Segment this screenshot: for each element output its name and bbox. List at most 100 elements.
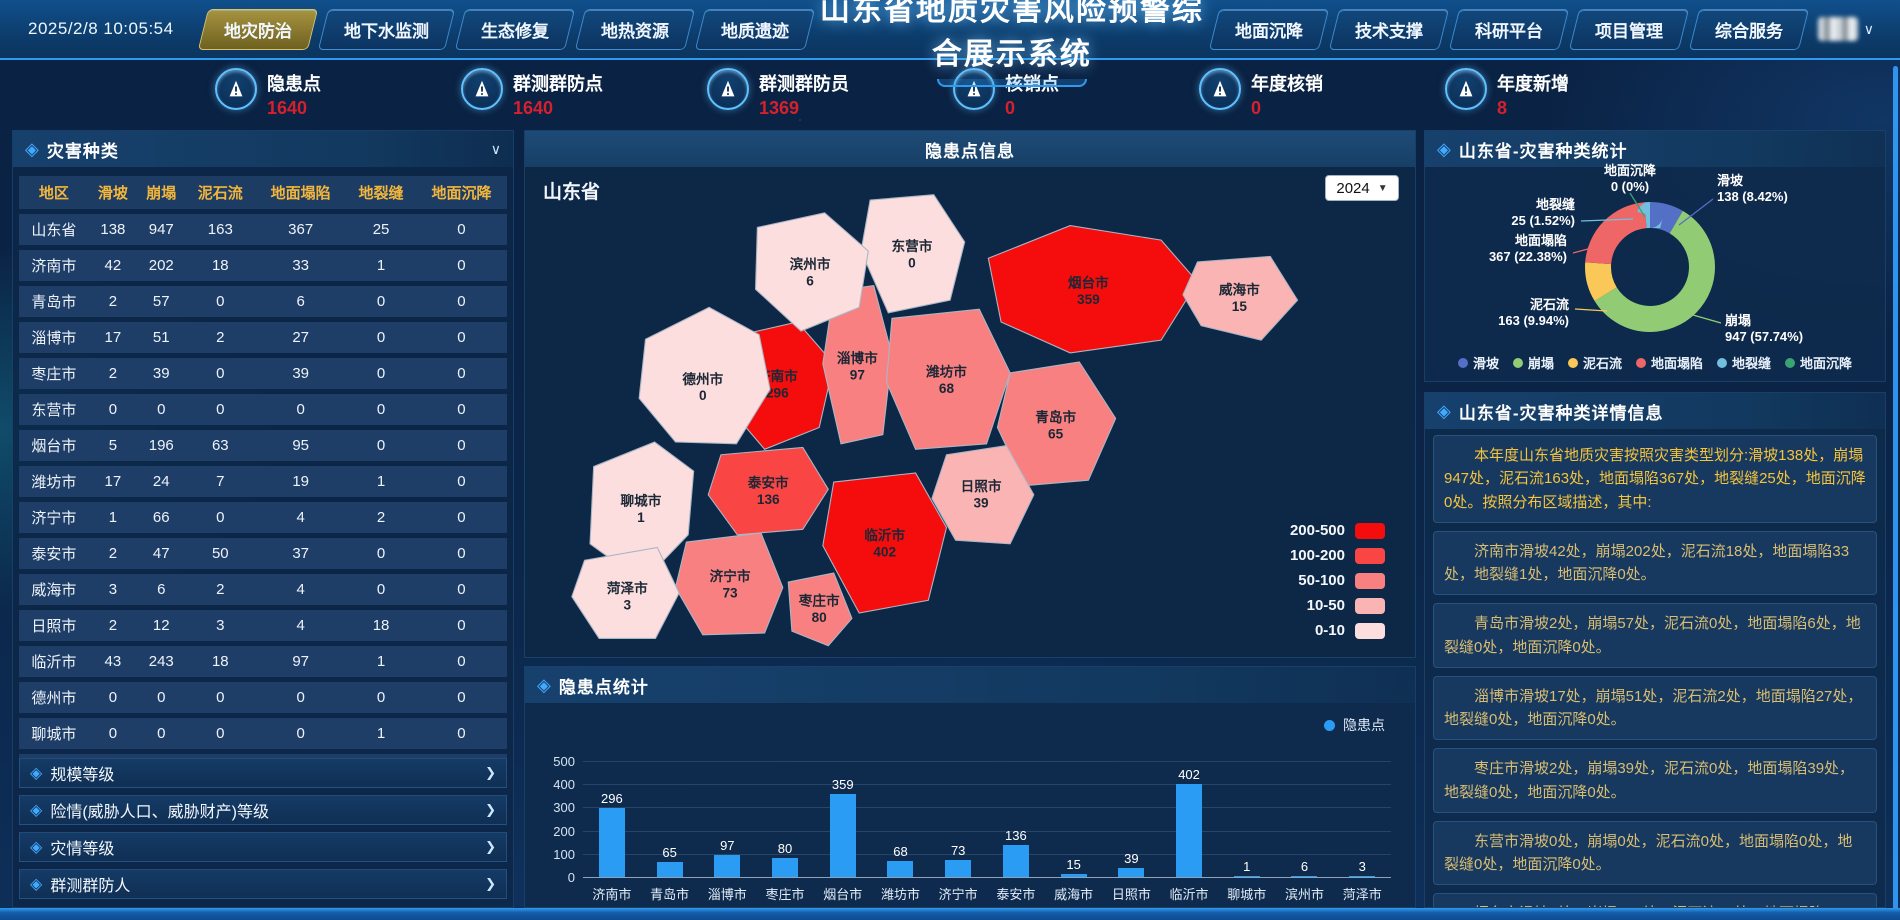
donut-callout: 地面塌陷367 (22.38%) [1489,233,1567,266]
accordion-label: 规模等级 [50,761,114,785]
map-city-name: 聊城市 [620,493,661,509]
table-cell: 33 [255,250,346,281]
detail-paragraph: 淄博市滑坡17处，崩塌51处，泥石流2处，地面塌陷27处，地裂缝0处，地面沉降0… [1433,676,1877,741]
detail-summary: 本年度山东省地质灾害按照灾害类型划分:滑坡138处，崩塌947处，泥石流163处… [1433,435,1877,523]
map-legend-item: 100-200 [1290,547,1385,564]
nav-tab[interactable]: 科研平台 [1449,9,1569,50]
stat-value: 0 [1005,98,1059,119]
warning-icon [1445,68,1487,110]
bar[interactable] [945,860,971,877]
table-row[interactable]: 潍坊市172471910 [19,466,507,497]
bar-chart-legend[interactable]: 隐患点 [1324,715,1385,735]
year-select[interactable]: 2024 ▼ [1325,175,1399,201]
map-city-name: 泰安市 [747,474,789,490]
map-city-value: 402 [873,545,896,560]
x-axis-label: 临沂市 [1160,884,1218,903]
accordion-item[interactable]: ◈规模等级❯ [19,758,507,788]
table-row[interactable]: 烟台市5196639500 [19,430,507,461]
table-row[interactable]: 济宁市1660420 [19,502,507,533]
table-cell: 0 [416,502,507,533]
scrollbar[interactable] [1893,66,1898,920]
accordion-item[interactable]: ◈灾情等级❯ [19,832,507,862]
detail-paragraph: 东营市滑坡0处，崩塌0处，泥石流0处，地面塌陷0处，地裂缝0处，地面沉降0处。 [1433,821,1877,886]
bar[interactable] [657,862,683,877]
bar[interactable] [887,861,913,877]
table-row[interactable]: 泰安市247503700 [19,538,507,569]
bar-column: 1 [1218,761,1276,877]
disaster-type-panel-header[interactable]: ◈ 灾害种类 ∨ [13,131,513,167]
nav-tab[interactable]: 地质遗迹 [695,9,815,50]
map-city-value: 6 [806,274,814,289]
bar-value-label: 68 [893,844,907,859]
table-cell: 7 [185,466,255,497]
x-axis-label: 青岛市 [641,884,699,903]
stat-value: 1640 [513,98,603,119]
table-cell: 济宁市 [19,502,89,533]
table-row[interactable]: 临沂市43243189710 [19,646,507,677]
nav-tab[interactable]: 综合服务 [1689,9,1809,50]
nav-tab-label: 地面沉降 [1235,17,1303,42]
map-city-name: 枣庄市 [798,593,840,609]
table-row[interactable]: 德州市000000 [19,682,507,713]
nav-tab[interactable]: 地下水监测 [318,9,455,50]
disaster-donut-panel-header: ◈ 山东省-灾害种类统计 [1425,131,1885,167]
table-row[interactable]: 威海市362400 [19,574,507,605]
avatar[interactable] [1818,17,1858,41]
bar[interactable] [714,855,740,878]
user-menu[interactable]: ∨ [1818,17,1874,41]
map-city-value: 65 [1048,426,1064,441]
table-cell: 0 [416,394,507,425]
nav-tab[interactable]: 地热资源 [575,9,695,50]
table-cell: 1 [89,502,137,533]
collapse-chevron-icon[interactable]: ∨ [491,141,501,158]
map-legend-range: 10-50 [1307,597,1345,614]
table-row[interactable]: 山东省138947163367250 [19,214,507,245]
map-legend-swatch [1355,598,1385,614]
nav-tab[interactable]: 技术支撑 [1329,9,1449,50]
table-row[interactable]: 聊城市000010 [19,718,507,749]
map-city-name: 日照市 [961,478,1002,494]
nav-tab-label: 生态修复 [481,17,549,42]
hazard-stats-panel-title: 隐患点统计 [559,673,649,698]
bar-column: 80 [756,761,814,877]
bar-value-label: 39 [1124,851,1138,866]
donut-callout-value: 163 (9.94%) [1498,313,1569,329]
disaster-type-panel-title: 灾害种类 [47,137,119,162]
nav-tab[interactable]: 项目管理 [1569,9,1689,50]
bar[interactable] [772,858,798,877]
nav-tab[interactable]: 地面沉降 [1209,9,1329,50]
diamond-icon: ◈ [30,837,42,857]
table-cell: 50 [185,538,255,569]
table-cell: 0 [416,286,507,317]
legend-dot-icon [1568,358,1578,368]
nav-tab[interactable]: 地灾防治 [198,9,318,50]
table-cell: 4 [255,574,346,605]
table-cell: 济南市 [19,250,89,281]
nav-tab[interactable]: 生态修复 [455,9,575,50]
map-legend-range: 50-100 [1298,572,1345,589]
table-cell: 0 [89,682,137,713]
accordion-item[interactable]: ◈险情(威胁人口、威胁财产)等级❯ [19,795,507,825]
bar[interactable] [599,808,625,877]
table-cell: 0 [346,430,416,461]
y-axis-tick: 400 [539,777,575,792]
nav-tab-label: 地灾防治 [224,17,292,42]
table-row[interactable]: 济南市42202183310 [19,250,507,281]
table-row[interactable]: 青岛市2570600 [19,286,507,317]
bar[interactable] [1003,845,1029,877]
table-cell: 37 [255,538,346,569]
bar-column: 136 [987,761,1045,877]
detail-paragraph: 青岛市滑坡2处，崩塌57处，泥石流0处，地面塌陷6处，地裂缝0处，地面沉降0处。 [1433,603,1877,668]
accordion-item[interactable]: ◈群测群防人❯ [19,869,507,899]
bar[interactable] [1118,868,1144,877]
table-cell: 39 [137,358,185,389]
bar[interactable] [830,794,856,877]
y-axis-tick: 200 [539,824,575,839]
table-row[interactable]: 淄博市175122700 [19,322,507,353]
table-row[interactable]: 东营市000000 [19,394,507,425]
bar[interactable] [1176,784,1202,877]
map-city-name: 青岛市 [1035,409,1076,425]
table-row[interactable]: 日照市21234180 [19,610,507,641]
donut-callout-value: 367 (22.38%) [1489,249,1567,265]
table-row[interactable]: 枣庄市23903900 [19,358,507,389]
